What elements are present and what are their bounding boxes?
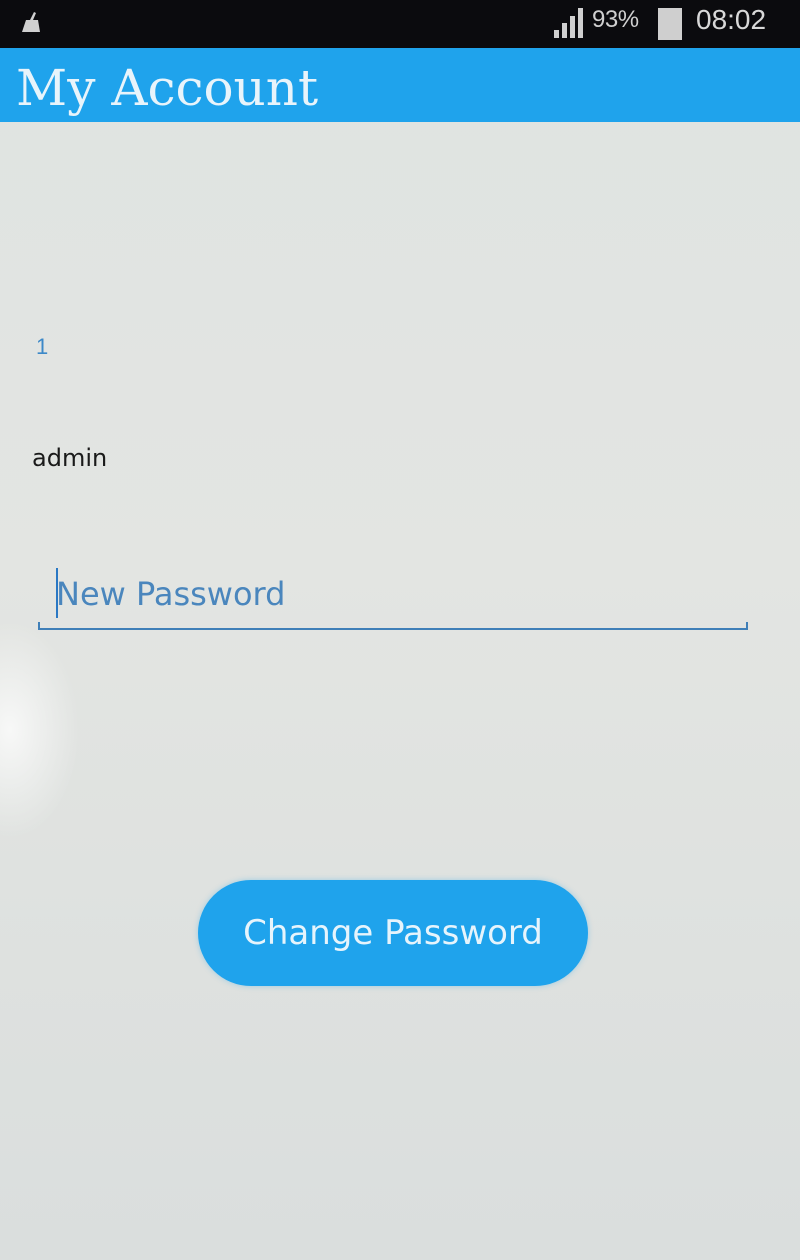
input-underline-left-tick bbox=[38, 622, 40, 630]
input-underline-right-tick bbox=[746, 622, 748, 630]
cleaner-icon bbox=[22, 12, 40, 32]
user-id-label: 1 bbox=[36, 334, 49, 359]
change-password-button[interactable]: Change Password bbox=[198, 880, 588, 986]
input-underline bbox=[38, 628, 748, 630]
status-bar: 93% 08:02 bbox=[0, 0, 800, 48]
username-label: admin bbox=[32, 444, 108, 472]
screen-glare bbox=[0, 620, 80, 840]
battery-percentage: 93% bbox=[592, 6, 639, 33]
screen: 93% 08:02 My Account 1 admin Change Pass… bbox=[0, 0, 800, 1260]
text-cursor bbox=[56, 568, 58, 618]
battery-icon bbox=[658, 8, 682, 40]
signal-icon bbox=[554, 8, 583, 38]
new-password-input[interactable] bbox=[56, 568, 736, 620]
new-password-field[interactable] bbox=[38, 560, 748, 632]
status-time: 08:02 bbox=[696, 4, 767, 35]
page-title: My Account bbox=[16, 59, 319, 117]
